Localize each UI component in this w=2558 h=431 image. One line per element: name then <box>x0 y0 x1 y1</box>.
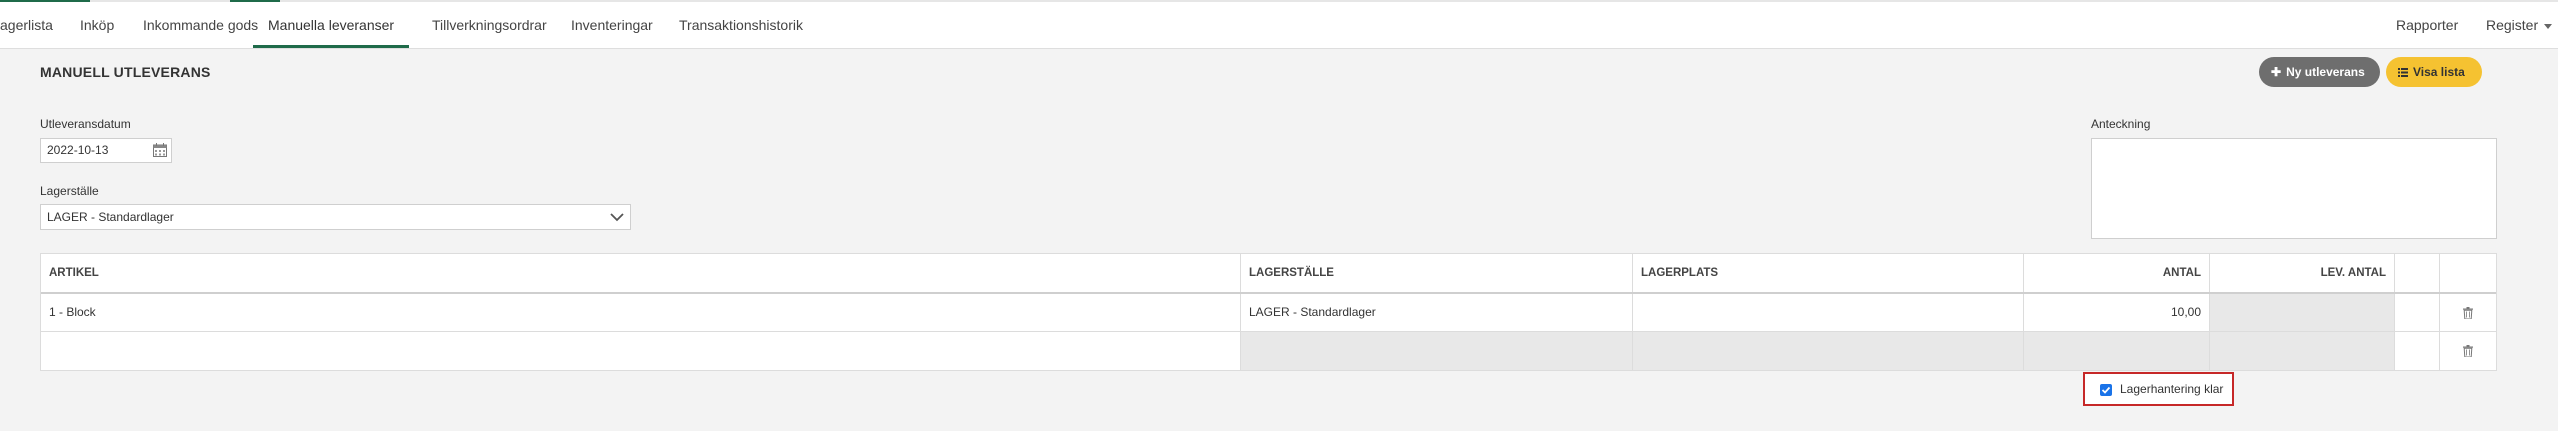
column-header-lev-antal: LEV. ANTAL <box>2210 254 2395 292</box>
calendar-icon[interactable] <box>153 143 167 157</box>
tab-inventeringar[interactable]: Inventeringar <box>571 2 653 48</box>
tab-transaktionshistorik[interactable]: Transaktionshistorik <box>679 2 803 48</box>
trash-icon[interactable] <box>2463 306 2473 319</box>
new-delivery-label: Ny utleverans <box>2286 65 2365 79</box>
table-row: 1 - Block LAGER - Standardlager 10,00 <box>41 294 2496 332</box>
trash-icon[interactable] <box>2463 345 2473 357</box>
cell-delete <box>2440 294 2496 331</box>
show-list-label: Visa lista <box>2413 65 2465 79</box>
plus-icon: ✚ <box>2271 65 2282 79</box>
cell-lagerplats <box>1633 332 2024 370</box>
cell-lagerstalle[interactable]: LAGER - Standardlager <box>1241 294 1633 331</box>
location-label: Lagerställe <box>40 184 99 198</box>
column-header-lagerplats: LAGERPLATS <box>1633 254 2024 292</box>
date-input[interactable]: 2022-10-13 <box>40 138 172 163</box>
table-header: ARTIKEL LAGERSTÄLLE LAGERPLATS ANTAL LEV… <box>41 254 2496 294</box>
new-delivery-button[interactable]: ✚ Ny utleverans <box>2259 57 2380 87</box>
note-textarea[interactable] <box>2091 138 2497 239</box>
cell-lagerplats[interactable] <box>1633 294 2024 331</box>
cell-antal[interactable]: 10,00 <box>2024 294 2210 331</box>
location-value: LAGER - Standardlager <box>47 210 174 224</box>
caret-down-icon <box>2544 23 2553 29</box>
cell-lev-antal <box>2210 332 2395 370</box>
inventory-done-label[interactable]: Lagerhantering klar <box>2120 382 2223 396</box>
tab-tillverkningsordrar[interactable]: Tillverkningsordrar <box>432 2 547 48</box>
page-title: MANUELL UTLEVERANS <box>40 64 211 80</box>
cell-delete <box>2440 332 2496 370</box>
cell-blank <box>2395 332 2440 370</box>
chevron-down-icon <box>610 213 624 222</box>
date-label: Utleveransdatum <box>40 117 131 131</box>
cell-artikel[interactable] <box>41 332 1241 370</box>
inventory-done-highlight: Lagerhantering klar <box>2083 372 2234 406</box>
cell-artikel[interactable]: 1 - Block <box>41 294 1241 331</box>
register-menu[interactable]: Register <box>2486 2 2553 48</box>
register-label: Register <box>2486 17 2539 33</box>
column-header-blank-2 <box>2440 254 2496 292</box>
note-label: Anteckning <box>2091 117 2151 131</box>
date-value: 2022-10-13 <box>47 143 109 157</box>
main-nav: agerlista Inköp Inkommande gods Manuella… <box>0 2 2558 49</box>
tab-inkommande-gods[interactable]: Inkommande gods <box>143 2 258 48</box>
checkmark-icon <box>2101 386 2111 394</box>
cell-antal <box>2024 332 2210 370</box>
reports-menu[interactable]: Rapporter <box>2396 2 2458 48</box>
column-header-blank-1 <box>2395 254 2440 292</box>
cell-lagerstalle <box>1241 332 1633 370</box>
cell-lev-antal <box>2210 294 2395 331</box>
tab-lagerlista[interactable]: agerlista <box>0 2 53 48</box>
tab-inkop[interactable]: Inköp <box>80 2 114 48</box>
tab-manuella-leveranser[interactable]: Manuella leveranser <box>253 2 410 48</box>
table-row <box>41 332 2496 370</box>
list-icon <box>2398 57 2408 87</box>
cell-blank <box>2395 294 2440 331</box>
inventory-done-checkbox[interactable] <box>2100 384 2112 396</box>
column-header-lagerstalle: LAGERSTÄLLE <box>1241 254 1633 292</box>
location-select[interactable]: LAGER - Standardlager <box>40 204 631 230</box>
column-header-antal: ANTAL <box>2024 254 2210 292</box>
delivery-table: ARTIKEL LAGERSTÄLLE LAGERPLATS ANTAL LEV… <box>40 253 2497 371</box>
show-list-button[interactable]: Visa lista <box>2386 57 2482 87</box>
column-header-artikel: ARTIKEL <box>41 254 1241 292</box>
